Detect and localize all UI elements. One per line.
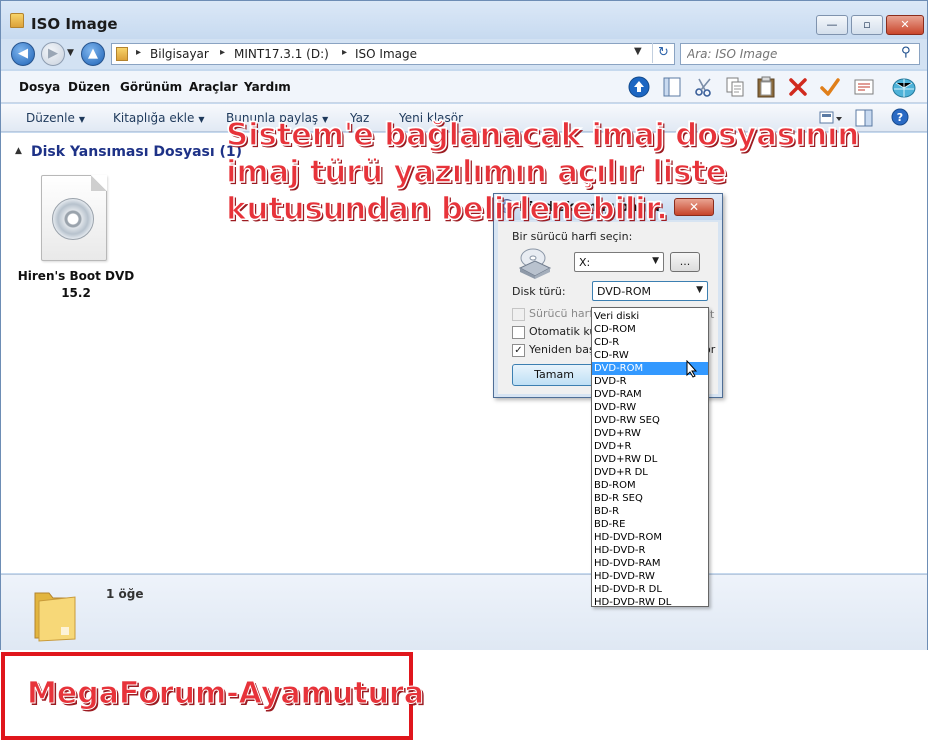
drive-letter-select[interactable]: X: ▼ — [574, 252, 664, 272]
disk-type-select[interactable]: DVD-ROM ▼ — [592, 281, 708, 301]
recent-pages-dropdown-icon[interactable]: ▼ — [67, 48, 74, 58]
explorer-window: ISO Image — ▫ ✕ ◀ ▶ ▼ ▲ ▸ Bilgisayar ▸ M… — [0, 0, 928, 650]
restart-label: Yeniden başlat — [529, 343, 595, 356]
properties-icon[interactable] — [853, 76, 875, 98]
group-header[interactable]: ▲ Disk Yansıması Dosyası (1) — [15, 144, 242, 160]
command-include-in-library[interactable]: Kitaplığa ekle ▼ — [113, 111, 205, 125]
disk-type-option[interactable]: DVD-RW SEQ — [592, 414, 708, 427]
search-input[interactable] — [687, 46, 887, 62]
folder-icon — [116, 47, 128, 61]
command-label: Düzenle — [26, 111, 75, 125]
disk-type-option[interactable]: HD-DVD-R — [592, 544, 708, 557]
disk-type-option[interactable]: DVD+R DL — [592, 466, 708, 479]
breadcrumb-item[interactable]: Bilgisayar — [150, 47, 209, 61]
watermark-text: MegaForum-Ayamutura — [27, 676, 425, 712]
chevron-down-icon: ▼ — [696, 285, 703, 295]
disc-icon — [52, 198, 94, 240]
breadcrumb[interactable]: ▸ Bilgisayar ▸ MINT17.3.1 (D:) ▸ ISO Ima… — [111, 43, 675, 65]
disk-type-option[interactable]: DVD-RAM — [592, 388, 708, 401]
address-bar: ◀ ▶ ▼ ▲ ▸ Bilgisayar ▸ MINT17.3.1 (D:) ▸… — [1, 39, 927, 69]
disc-image-file-icon[interactable] — [41, 175, 107, 261]
disk-type-option[interactable]: HD-DVD-RAM — [592, 557, 708, 570]
chevron-down-icon: ▼ — [652, 256, 659, 266]
disk-type-option[interactable]: BD-ROM — [592, 479, 708, 492]
browse-button[interactable]: ... — [670, 252, 700, 272]
breadcrumb-item[interactable]: ISO Image — [355, 47, 417, 61]
title-bar: ISO Image — ▫ ✕ — [1, 1, 927, 39]
disk-type-value: DVD-ROM — [597, 285, 652, 298]
drive-letter-label: Bir sürücü harfi seçin: — [512, 230, 633, 243]
drive-letters-checkbox[interactable] — [512, 308, 525, 321]
file-name[interactable]: Hiren's Boot DVD 15.2 — [11, 268, 141, 302]
window-title: ISO Image — [31, 15, 118, 33]
disk-type-option[interactable]: CD-ROM — [592, 323, 708, 336]
breadcrumb-separator-icon[interactable]: ▸ — [136, 47, 141, 58]
folder-icon — [34, 592, 76, 642]
up-level-button[interactable]: ▲ — [81, 42, 105, 66]
close-button[interactable]: ✕ — [886, 15, 924, 35]
minimize-button[interactable]: — — [816, 15, 848, 35]
copy-icon[interactable] — [724, 76, 746, 98]
chevron-down-icon: ▼ — [78, 115, 86, 124]
ok-button[interactable]: Tamam — [512, 364, 596, 386]
menu-edit[interactable]: Düzen — [68, 80, 110, 94]
delete-icon[interactable] — [787, 76, 809, 98]
disk-type-option[interactable]: DVD+RW DL — [592, 453, 708, 466]
back-button[interactable]: ◀ — [11, 42, 35, 66]
breadcrumb-separator-icon[interactable]: ▸ — [220, 47, 225, 58]
drive-letters-label: Sürücü harfleri — [529, 307, 595, 320]
restart-checkbox[interactable]: ✓ — [512, 344, 525, 357]
disk-type-option[interactable]: BD-R — [592, 505, 708, 518]
disk-type-option[interactable]: HD-DVD-R DL — [592, 583, 708, 596]
breadcrumb-separator-icon[interactable]: ▸ — [342, 47, 347, 58]
tutorial-annotation: Sistem'e bağlanacak imaj dosyasının imaj… — [225, 116, 860, 228]
disk-type-options-list[interactable]: Veri diski CD-ROM CD-R CD-RW DVD-ROM DVD-R DVD… — [591, 307, 709, 609]
search-box[interactable]: ⚲ — [680, 43, 920, 65]
breadcrumb-item[interactable]: MINT17.3.1 (D:) — [234, 47, 329, 61]
disk-type-option[interactable]: BD-R SEQ — [592, 492, 708, 505]
command-label: Kitaplığa ekle — [113, 111, 195, 125]
disk-type-option[interactable]: DVD+R — [592, 440, 708, 453]
collapse-chevron-icon[interactable]: ▲ — [15, 146, 22, 156]
details-pane: 1 öğe — [1, 574, 927, 650]
chevron-down-icon: ▼ — [198, 115, 205, 124]
disk-type-option[interactable]: BD-RE — [592, 518, 708, 531]
panel-icon[interactable] — [661, 76, 683, 98]
disk-type-option[interactable]: CD-R — [592, 336, 708, 349]
menu-tools[interactable]: Araçlar — [189, 80, 238, 94]
page-fold — [91, 175, 107, 191]
address-history-dropdown-icon[interactable]: ▼ — [634, 46, 642, 57]
menu-file[interactable]: Dosya — [19, 80, 60, 94]
item-count: 1 öğe — [106, 587, 144, 601]
shell-icon[interactable] — [891, 76, 917, 98]
cut-icon[interactable] — [693, 76, 715, 98]
paste-icon[interactable] — [755, 76, 777, 98]
disk-type-option[interactable]: HD-DVD-ROM — [592, 531, 708, 544]
disk-type-option[interactable]: HD-DVD-RW DL — [592, 596, 708, 609]
disk-type-option[interactable]: DVD-RW — [592, 401, 708, 414]
command-organize[interactable]: Düzenle ▼ — [26, 111, 85, 125]
folder-icon — [10, 13, 24, 28]
group-header-label: Disk Yansıması Dosyası (1) — [31, 144, 243, 160]
auto-use-checkbox[interactable] — [512, 326, 525, 339]
optical-drive-icon — [518, 248, 552, 279]
search-icon[interactable]: ⚲ — [901, 45, 911, 60]
refresh-icon[interactable]: ↻ — [652, 43, 674, 63]
drive-letter-value: X: — [579, 256, 591, 269]
menu-bar: Dosya Düzen Görünüm Araçlar Yardım — [1, 71, 927, 103]
forward-button[interactable]: ▶ — [41, 42, 65, 66]
auto-use-label: Otomatik kullan — [529, 325, 595, 338]
disk-type-option[interactable]: DVD+RW — [592, 427, 708, 440]
up-arrow-icon[interactable] — [628, 76, 650, 98]
disk-type-option[interactable]: HD-DVD-RW — [592, 570, 708, 583]
menu-help[interactable]: Yardım — [244, 80, 291, 94]
checkbox-label-tail: t — [710, 308, 715, 321]
mouse-cursor-icon — [686, 360, 698, 378]
watermark-box: MegaForum-Ayamutura — [1, 652, 424, 740]
menu-view[interactable]: Görünüm — [120, 80, 182, 94]
disk-type-label: Disk türü: — [512, 285, 566, 298]
check-icon[interactable] — [819, 76, 841, 98]
disk-type-option[interactable]: Veri diski — [592, 310, 708, 323]
maximize-button[interactable]: ▫ — [851, 15, 883, 35]
